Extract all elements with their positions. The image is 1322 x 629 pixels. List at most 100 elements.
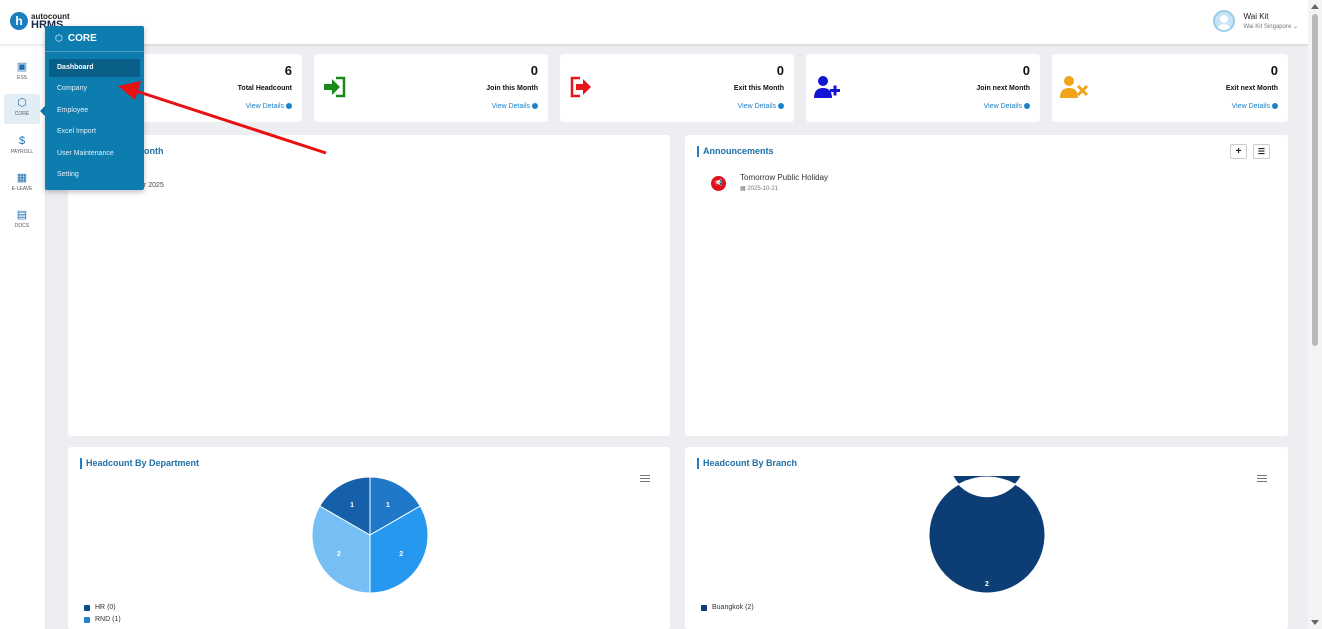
stat-value: 0 — [1022, 63, 1030, 78]
panel-text: r 2025 — [144, 182, 164, 189]
slice-label: 2 — [337, 551, 341, 558]
cube-icon: ⬡ — [17, 97, 27, 109]
menu-item-company[interactable]: Company — [49, 80, 140, 98]
chevron-right-icon — [1272, 103, 1278, 110]
chevron-right-icon — [286, 103, 292, 110]
legend-swatch — [84, 604, 90, 611]
scroll-up-icon[interactable] — [1311, 4, 1319, 9]
stat-card-exit-this-month: 0 Exit this Month View Details — [560, 54, 794, 122]
announcement-title[interactable]: Tomorrow Public Holiday — [740, 173, 828, 182]
sidebar-item-payroll[interactable]: $ PAYROLL — [4, 132, 40, 162]
menu-item-dashboard[interactable]: Dashboard — [49, 59, 140, 77]
legend-count: (0) — [107, 604, 116, 611]
chevron-down-icon: ⌄ — [1292, 24, 1298, 30]
user-plus-icon — [814, 76, 840, 98]
panel-title: Headcount By Department — [80, 458, 199, 469]
announcement-date-text: 2025-10-21 — [747, 186, 779, 192]
slice-label: 1 — [386, 502, 390, 509]
menu-item-setting[interactable]: Setting — [49, 166, 140, 184]
view-details-link[interactable]: View Details — [738, 103, 784, 110]
chevron-right-icon — [532, 103, 538, 110]
view-details-link[interactable]: View Details — [984, 103, 1030, 110]
legend-swatch — [84, 616, 90, 623]
stat-card-join-next-month: 0 Join next Month View Details — [806, 54, 1040, 122]
stat-label: Total Headcount — [237, 85, 292, 92]
calendar-icon: ▦ — [740, 186, 746, 192]
slice-label: 1 — [350, 502, 354, 509]
legend-item-hr[interactable]: HR (0) — [84, 604, 116, 611]
stat-card-join-this-month: 0 Join this Month View Details — [314, 54, 548, 122]
stat-value: 6 — [284, 63, 292, 78]
user-name: Wai Kit — [1243, 12, 1269, 21]
menu-item-user-maintenance[interactable]: User Maintenance — [49, 145, 140, 163]
stat-card-exit-next-month: 0 Exit next Month View Details — [1052, 54, 1288, 122]
flyout-header: ⬡ CORE — [45, 26, 144, 52]
megaphone-icon: 📢 — [711, 176, 726, 191]
view-details-link[interactable]: View Details — [246, 103, 292, 110]
sign-out-icon — [570, 76, 591, 98]
user-times-icon — [1060, 76, 1089, 98]
stat-label: Join this Month — [486, 85, 538, 92]
headcount-by-department-panel: Headcount By Department 1 2 2 1 HR (0) RND … — [68, 447, 670, 629]
chart-menu-icon[interactable] — [640, 475, 650, 482]
link-label: View Details — [983, 103, 1022, 110]
user-menu[interactable]: Wai Kit Wai Kit Singapore ⌄ — [1213, 10, 1298, 32]
view-details-link[interactable]: View Details — [1232, 103, 1278, 110]
scroll-thumb[interactable] — [1312, 14, 1318, 346]
sidebar-item-e-leave[interactable]: ▦ E-LEAVE — [4, 169, 40, 199]
panel-title: Announcements — [697, 146, 774, 157]
sidebar-item-ess[interactable]: ▣ ESS — [4, 58, 40, 88]
list-view-button[interactable]: ☰ — [1253, 144, 1270, 159]
announcement-date: ▦ 2025-10-21 — [740, 185, 778, 192]
branch-donut-chart: 2 — [928, 476, 1046, 594]
legend-count: (1) — [112, 616, 121, 623]
sidebar-item-label: ESS — [16, 75, 27, 81]
sidebar-item-core[interactable]: ⬡ CORE — [4, 94, 40, 124]
link-label: View Details — [491, 103, 530, 110]
menu-item-excel-import[interactable]: Excel Import — [49, 123, 140, 141]
stat-label: Exit this Month — [733, 85, 784, 92]
slice-label: 2 — [985, 581, 989, 588]
slice-label: 2 — [399, 551, 403, 558]
sign-in-icon — [324, 76, 346, 98]
sidebar-item-label: CORE — [14, 111, 30, 117]
chart-menu-icon[interactable] — [1257, 475, 1267, 482]
stat-value: 0 — [776, 63, 784, 78]
user-company[interactable]: Wai Kit Singapore ⌄ — [1243, 23, 1298, 30]
avatar[interactable] — [1213, 10, 1236, 32]
stat-label: Exit next Month — [1225, 85, 1278, 92]
core-flyout-menu: ⬡ CORE Dashboard Company Employee Excel … — [45, 26, 144, 190]
document-icon: ▤ — [16, 209, 28, 221]
chevron-right-icon — [778, 103, 784, 110]
stat-value: 0 — [530, 63, 538, 78]
sidebar-item-docs[interactable]: ▤ DOCS — [4, 206, 40, 236]
link-label: View Details — [737, 103, 776, 110]
sidebar-item-label: E-LEAVE — [11, 186, 33, 192]
calendar-icon: ▦ — [16, 172, 28, 184]
legend-label: RND — [95, 616, 111, 623]
legend-item-rnd[interactable]: RND (1) — [84, 616, 121, 623]
panel-title: Headcount By Branch — [697, 458, 797, 469]
legend-swatch — [701, 604, 707, 611]
scroll-down-icon[interactable] — [1311, 620, 1319, 625]
view-details-link[interactable]: View Details — [492, 103, 538, 110]
pie-slice[interactable] — [928, 476, 1046, 594]
announcements-panel: Announcements + ☰ 📢 Tomorrow Public Holi… — [685, 135, 1288, 436]
sidebar-item-label: DOCS — [14, 223, 30, 229]
top-header: h autocount HRMS Wai Kit Wai Kit Singapo… — [0, 0, 1308, 44]
legend-count: (2) — [745, 604, 754, 611]
legend-label: HR — [95, 604, 106, 611]
module-sidebar: ▣ ESS ⬡ CORE $ PAYROLL ▦ E-LEAVE ▤ DOCS — [0, 44, 46, 629]
link-label: View Details — [1231, 103, 1270, 110]
legend-item-buangkok[interactable]: Buangkok (2) — [701, 604, 754, 611]
flyout-title: CORE — [67, 33, 97, 44]
legend-label: Buangkok — [712, 604, 744, 611]
stat-label: Join next Month — [976, 85, 1030, 92]
add-announcement-button[interactable]: + — [1230, 144, 1247, 159]
menu-item-employee[interactable]: Employee — [49, 102, 140, 120]
department-pie-chart: 1 2 2 1 — [311, 476, 429, 594]
ess-icon: ▣ — [16, 61, 28, 73]
vertical-scrollbar[interactable] — [1308, 0, 1322, 629]
user-company-label: Wai Kit Singapore — [1243, 24, 1292, 30]
logo-badge: h — [10, 12, 28, 30]
